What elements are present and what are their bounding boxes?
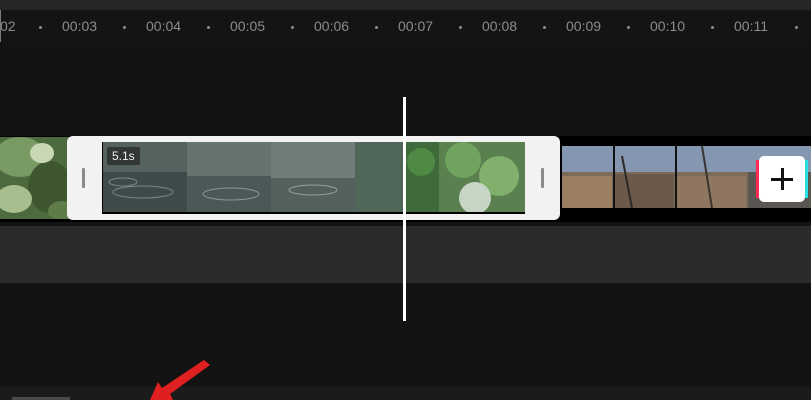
- trim-handle-left-icon: [82, 168, 85, 188]
- plus-icon: [781, 168, 784, 190]
- ruler-tick: 00:07: [398, 18, 434, 34]
- ruler-tick: 00:05: [230, 18, 266, 34]
- ruler-tick: 00:08: [482, 18, 518, 34]
- add-clip-button[interactable]: [756, 156, 808, 202]
- annotation-arrow-icon: [150, 360, 210, 400]
- top-bar: [0, 0, 811, 10]
- ruler-tick: 00:03: [62, 18, 98, 34]
- trim-handle-right[interactable]: [526, 136, 560, 220]
- clip-duration-badge: 5.1s: [107, 147, 140, 165]
- ruler-dot: [627, 26, 630, 29]
- ruler-tick: 00:04: [146, 18, 182, 34]
- ruler-dot: [459, 26, 462, 29]
- ruler-edge: [0, 10, 1, 42]
- time-ruler[interactable]: 02 00:03 00:04 00:05 00:06 00:07 00:08 0…: [0, 10, 811, 42]
- ruler-tick: 00:09: [566, 18, 602, 34]
- bottom-toolbar: [0, 387, 811, 400]
- ruler-tick: 00:11: [734, 18, 768, 34]
- trim-handle-right-icon: [541, 168, 544, 188]
- previous-clip-thumbnail: [0, 137, 70, 219]
- ruler-dot: [39, 26, 42, 29]
- previous-clip[interactable]: [0, 137, 70, 219]
- ruler-tick: 02: [0, 18, 16, 34]
- trim-handle-left[interactable]: [67, 136, 101, 220]
- ruler-dot: [291, 26, 294, 29]
- add-button-accent-left: [756, 160, 759, 198]
- add-button-accent-right: [805, 160, 808, 198]
- playhead[interactable]: [403, 97, 406, 321]
- ruler-dot: [123, 26, 126, 29]
- ruler-tick: 00:10: [650, 18, 686, 34]
- ruler-dot: [543, 26, 546, 29]
- ruler-tick: 00:06: [314, 18, 350, 34]
- rain-frames: [103, 142, 525, 212]
- selected-clip-thumbnails: [103, 142, 525, 212]
- ruler-dot: [375, 26, 378, 29]
- ruler-dot: [711, 26, 714, 29]
- ruler-dot: [207, 26, 210, 29]
- ruler-dot: [795, 26, 798, 29]
